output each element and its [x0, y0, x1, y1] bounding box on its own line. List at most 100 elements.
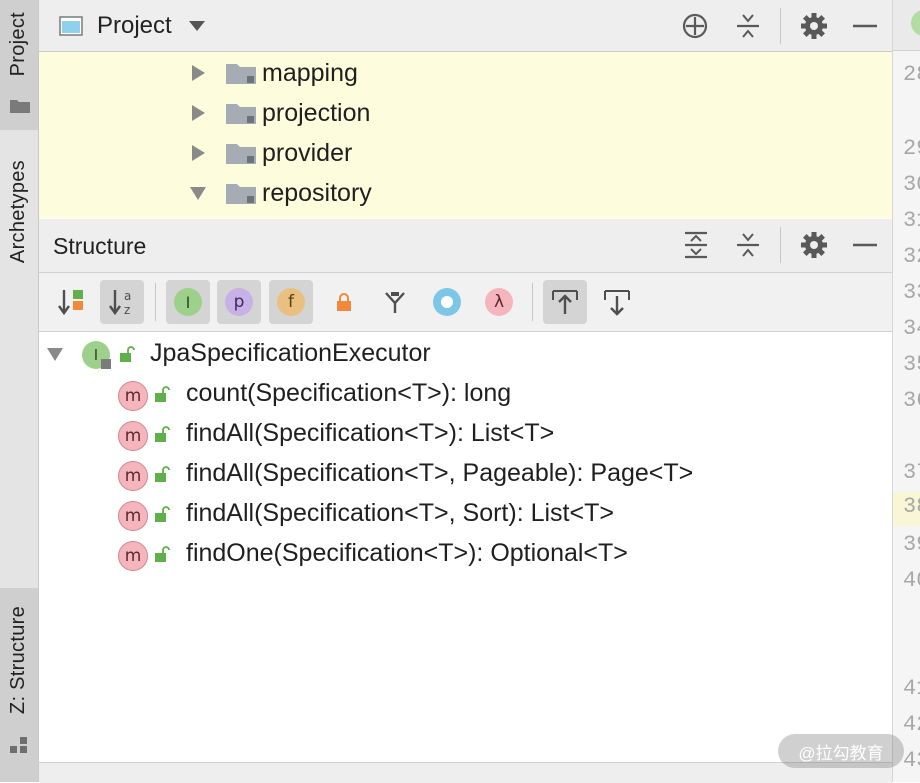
line-number: 39 [903, 532, 920, 557]
chevron-down-icon[interactable] [46, 345, 64, 363]
project-panel-header: Project [39, 0, 892, 52]
folder-icon [10, 100, 30, 113]
method-icon: m [118, 421, 148, 451]
anonymous-class-icon [433, 288, 461, 316]
show-inherited-button[interactable]: I [166, 280, 210, 324]
abstract-marker-icon [101, 359, 111, 369]
lambda-icon: λ [485, 288, 513, 316]
svg-text:a: a [124, 289, 131, 303]
line-number: 33 [903, 280, 920, 305]
chevron-right-icon[interactable] [189, 104, 207, 122]
public-lock-icon [155, 546, 170, 562]
hide-panel-button[interactable] [850, 230, 880, 260]
structure-root-node[interactable]: I JpaSpecificationExecutor [39, 335, 892, 375]
autoscroll-from-source-icon [604, 290, 630, 316]
gear-icon [801, 13, 827, 39]
settings-button[interactable] [799, 11, 829, 41]
package-folder-icon [226, 104, 256, 124]
structure-tool-tab[interactable]: Z: Structure [0, 588, 38, 782]
property-icon: p [225, 288, 253, 316]
autoscroll-from-source-button[interactable] [595, 280, 639, 324]
structure-member-label: findOne(Specification<T>): Optional<T> [186, 539, 628, 567]
interface-inherited-icon: I [174, 288, 202, 316]
line-number: 43 [903, 748, 920, 773]
show-fields-button[interactable]: f [269, 280, 313, 324]
collapse-all-button[interactable] [733, 11, 763, 41]
public-lock-icon [120, 346, 135, 362]
public-lock-icon [155, 386, 170, 402]
method-icon: m [118, 381, 148, 411]
line-number: 36 [903, 388, 920, 413]
tree-node-label: provider [262, 138, 353, 167]
anonymous-icon [385, 292, 405, 313]
line-number: 32 [903, 244, 920, 269]
project-tool-tab[interactable]: Project [0, 0, 38, 130]
structure-member-label: findAll(Specification<T>): List<T> [186, 419, 555, 447]
sort-alphabetically-button[interactable]: a z [100, 280, 144, 324]
project-view-icon [59, 16, 83, 36]
locate-file-button[interactable] [680, 11, 710, 41]
chevron-right-icon[interactable] [189, 144, 207, 162]
tree-node-label: projection [262, 98, 371, 127]
collapse-all-icon [737, 14, 759, 38]
line-number: 42 [903, 712, 920, 737]
structure-tab-label: Z: Structure [7, 606, 29, 715]
method-icon: m [118, 501, 148, 531]
package-folder-icon [226, 64, 256, 84]
structure-member-node[interactable]: m count(Specification<T>): long [39, 375, 892, 415]
public-lock-icon [155, 466, 170, 482]
sort-visibility-icon [58, 290, 83, 316]
structure-member-node[interactable]: m findAll(Specification<T>, Pageable): P… [39, 455, 892, 495]
left-tool-window-bar: Project Archetypes Z: Structure [0, 0, 39, 782]
minimize-icon [853, 24, 877, 28]
show-non-public-button[interactable] [322, 280, 366, 324]
toolbar-separator [155, 283, 156, 321]
collapse-all-button[interactable] [733, 230, 763, 260]
archetypes-tool-tab[interactable]: Archetypes [0, 160, 38, 290]
structure-member-node[interactable]: m findAll(Specification<T>): List<T> [39, 415, 892, 455]
chevron-right-icon[interactable] [189, 64, 207, 82]
structure-panel-header: Structure [39, 219, 892, 273]
line-number: 31 [903, 208, 920, 233]
watermark: @拉勾教育 [778, 734, 904, 768]
package-folder-icon [226, 184, 256, 204]
show-properties-button[interactable]: p [217, 280, 261, 324]
structure-toolbar: a z I p f λ [39, 273, 892, 332]
expand-all-button[interactable] [681, 230, 711, 260]
archetypes-tab-label: Archetypes [7, 160, 29, 264]
project-panel-title: Project [97, 12, 172, 39]
structure-icon [10, 737, 27, 753]
autoscroll-to-source-button[interactable] [543, 280, 587, 324]
structure-member-node[interactable]: m findAll(Specification<T>, Sort): List<… [39, 495, 892, 535]
project-panel: Project mapping projection provider repo… [39, 0, 892, 218]
editor-gutter: 28 29 30 31 32 33 34 35 36 37 38 39 40 4… [892, 0, 920, 782]
editor-tab[interactable] [893, 0, 920, 51]
project-view-selector[interactable]: Project [59, 12, 206, 40]
structure-panel: Structure a z I p f λ I JpaSpecification… [39, 219, 892, 782]
show-anonymous-button[interactable] [373, 280, 417, 324]
chevron-down-icon[interactable] [189, 184, 207, 202]
hide-panel-button[interactable] [850, 11, 880, 41]
line-number: 34 [903, 316, 920, 341]
line-number: 41 [903, 676, 920, 701]
tree-node-label: mapping [262, 58, 358, 87]
structure-member-label: findAll(Specification<T>, Sort): List<T> [186, 499, 614, 527]
file-type-icon [911, 10, 920, 36]
show-lambdas-button[interactable]: λ [477, 280, 521, 324]
chevron-down-icon [188, 21, 205, 31]
lock-icon [337, 293, 351, 311]
structure-panel-title: Structure [53, 233, 147, 259]
svg-text:z: z [124, 303, 130, 317]
header-separator [780, 8, 781, 44]
structure-root-label: JpaSpecificationExecutor [150, 339, 431, 367]
settings-button[interactable] [799, 230, 829, 260]
field-icon: f [277, 288, 305, 316]
sort-by-visibility-button[interactable] [49, 280, 93, 324]
structure-member-node[interactable]: m findOne(Specification<T>): Optional<T> [39, 535, 892, 575]
public-lock-icon [155, 426, 170, 442]
toolbar-separator [532, 283, 533, 321]
line-number: 30 [903, 172, 920, 197]
show-anonymous-classes-button[interactable] [425, 280, 469, 324]
method-icon: m [118, 541, 148, 571]
project-tab-label: Project [7, 12, 29, 77]
